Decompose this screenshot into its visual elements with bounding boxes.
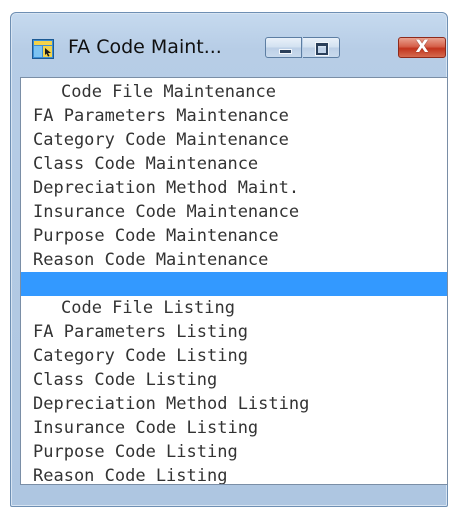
list-item-class-code-maintenance[interactable]: Class Code Maintenance (21, 152, 447, 176)
list-item-depreciation-method-maint[interactable]: Depreciation Method Maint. (21, 176, 447, 200)
list-item-insurance-code-maintenance[interactable]: Insurance Code Maintenance (21, 200, 447, 224)
list-item-reason-code-listing[interactable]: Reason Code Listing (21, 464, 447, 484)
list-item-insurance-code-listing[interactable]: Insurance Code Listing (21, 416, 447, 440)
app-icon (32, 39, 54, 59)
list-item-selected-blank[interactable] (21, 272, 447, 296)
list-item-purpose-code-maintenance[interactable]: Purpose Code Maintenance (21, 224, 447, 248)
list-item-reason-code-maintenance[interactable]: Reason Code Maintenance (21, 248, 447, 272)
list-item-code-file-maintenance-header[interactable]: Code File Maintenance (21, 80, 447, 104)
list-item-category-code-maintenance[interactable]: Category Code Maintenance (21, 128, 447, 152)
list-item-class-code-listing[interactable]: Class Code Listing (21, 368, 447, 392)
menu-listbox[interactable]: Code File Maintenance FA Parameters Main… (20, 77, 448, 485)
minimize-button[interactable] (265, 37, 302, 58)
list-item-depreciation-method-listing[interactable]: Depreciation Method Listing (21, 392, 447, 416)
list-item-code-file-listing-header[interactable]: Code File Listing (21, 296, 447, 320)
close-button[interactable]: X (398, 37, 446, 58)
list-item-purpose-code-listing[interactable]: Purpose Code Listing (21, 440, 447, 464)
close-icon: X (415, 37, 429, 57)
title-bar[interactable]: FA Code Maint... X (11, 13, 447, 59)
minimize-icon (279, 49, 292, 54)
maximize-button[interactable] (303, 37, 340, 58)
list-item-fa-parameters-maintenance[interactable]: FA Parameters Maintenance (21, 104, 447, 128)
list-item-category-code-listing[interactable]: Category Code Listing (21, 344, 447, 368)
maximize-icon (316, 43, 328, 55)
list-item-fa-parameters-listing[interactable]: FA Parameters Listing (21, 320, 447, 344)
window-title: FA Code Maint... (68, 36, 222, 58)
